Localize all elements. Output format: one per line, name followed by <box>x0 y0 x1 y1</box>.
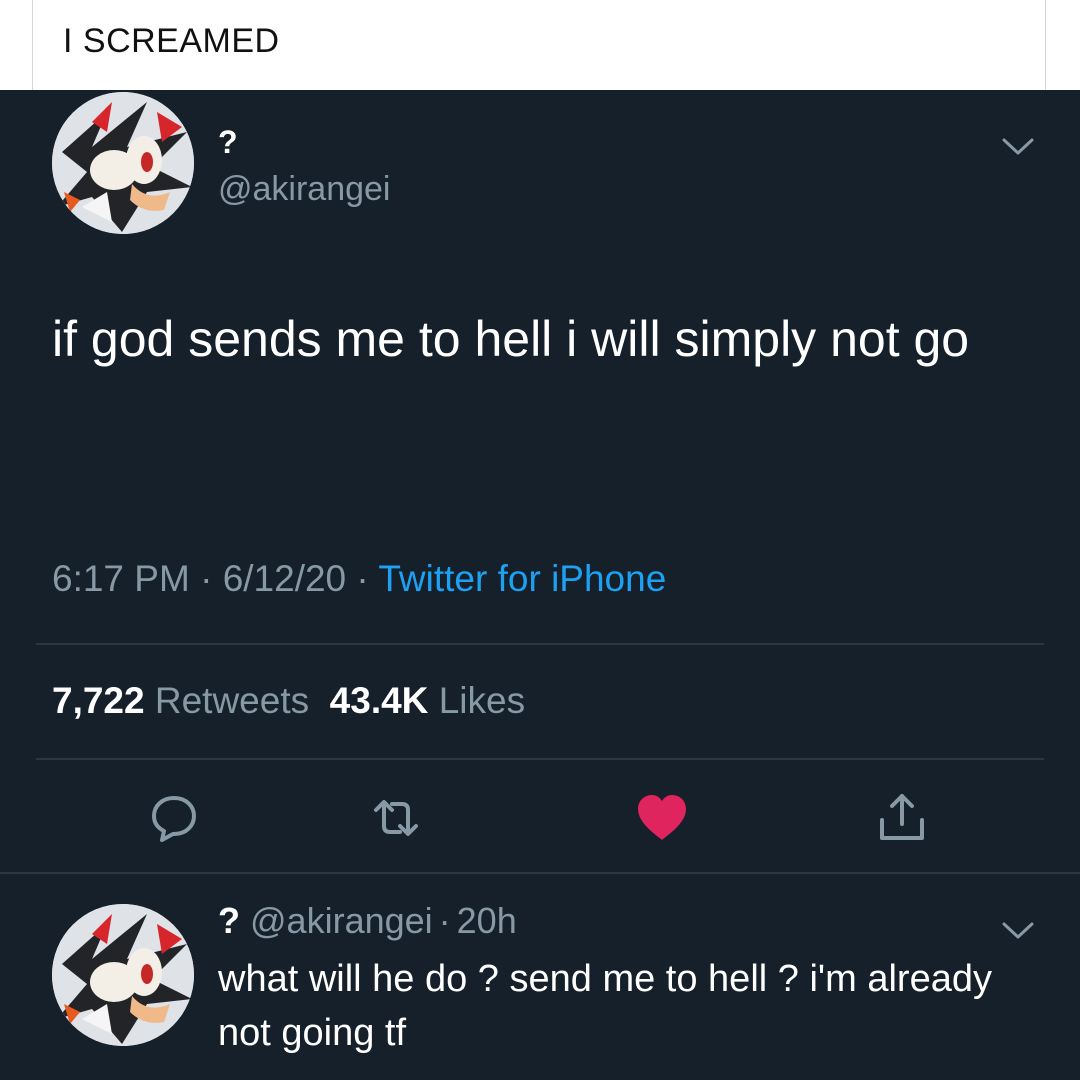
meta-separator: · <box>356 558 369 599</box>
reply-body: what will he do ? send me to hell ? i'm … <box>218 958 992 1054</box>
divider <box>36 643 1044 645</box>
tweet-stats: 7,722 Retweets 43.4K Likes <box>52 680 525 722</box>
chevron-down-icon[interactable] <box>1000 918 1036 942</box>
avatar[interactable] <box>52 92 194 234</box>
screenshot-frame: I SCREAMED ? @akirangei if god sends me … <box>0 0 1080 1080</box>
likes-stat[interactable]: 43.4K Likes <box>330 680 525 721</box>
user-handle[interactable]: @akirangei <box>218 170 391 209</box>
reply-display-name[interactable]: ? <box>218 900 240 941</box>
retweets-label: Retweets <box>154 680 310 721</box>
caption-box: I SCREAMED <box>32 0 1046 90</box>
divider <box>0 872 1080 874</box>
meta-separator: · <box>438 900 451 941</box>
tweet-body: if god sends me to hell i will simply no… <box>52 311 970 367</box>
heart-icon[interactable] <box>634 790 690 846</box>
likes-count: 43.4K <box>329 680 429 721</box>
avatar-illustration <box>52 92 194 234</box>
meta-separator: · <box>200 558 213 599</box>
reply-icon[interactable] <box>146 790 202 846</box>
retweet-icon[interactable] <box>368 790 424 846</box>
share-icon[interactable] <box>874 790 930 846</box>
retweets-stat[interactable]: 7,722 Retweets <box>52 680 309 721</box>
reply-header: ? @akirangei · 20h <box>218 900 517 942</box>
reply-age: 20h <box>456 900 517 941</box>
tweet-meta: 6:17 PM · 6/12/20 · Twitter for iPhone <box>52 558 666 600</box>
tweet-card: ? @akirangei if god sends me to hell i w… <box>0 90 1080 1080</box>
retweets-count: 7,722 <box>52 680 145 721</box>
avatar-illustration <box>52 904 194 1046</box>
reply-avatar[interactable] <box>52 904 194 1046</box>
reply-handle[interactable]: @akirangei <box>250 900 433 941</box>
display-name[interactable]: ? <box>218 124 238 161</box>
likes-label: Likes <box>438 680 526 721</box>
tweet-date[interactable]: 6/12/20 <box>223 558 346 599</box>
tweet-time: 6:17 PM <box>52 558 190 599</box>
caption-text: I SCREAMED <box>63 22 280 60</box>
divider <box>36 758 1044 760</box>
chevron-down-icon[interactable] <box>1000 134 1036 158</box>
tweet-source-link[interactable]: Twitter for iPhone <box>378 558 666 599</box>
